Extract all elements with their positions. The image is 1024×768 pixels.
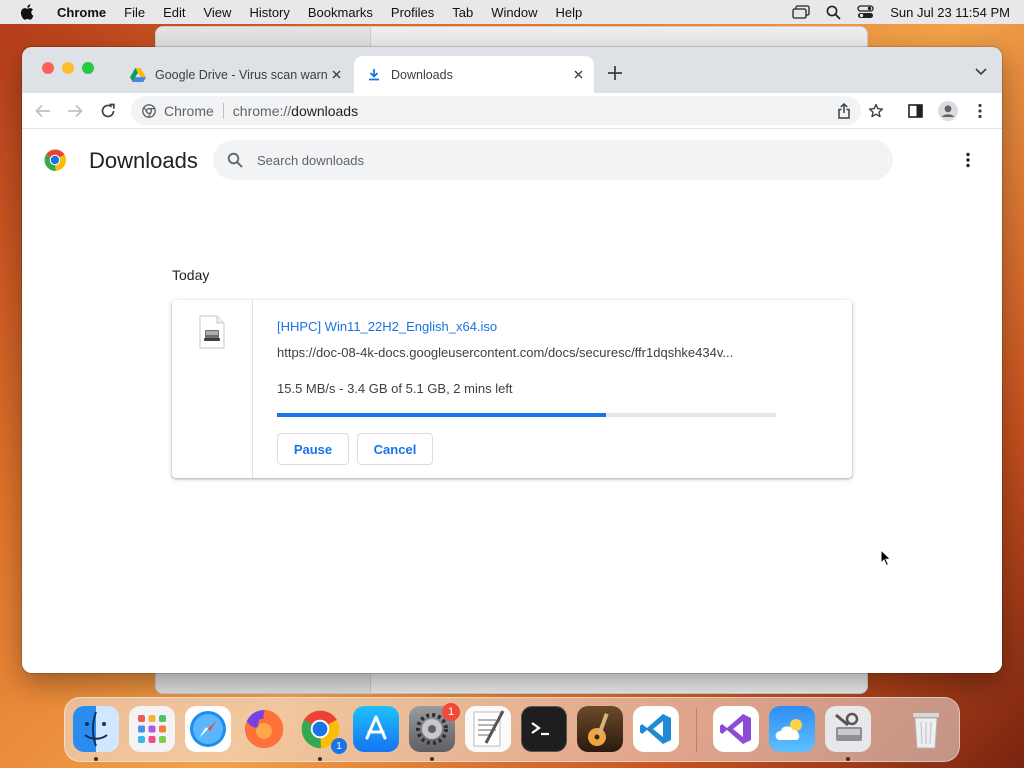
chrome-scheme-label: Chrome [164,102,214,119]
maximize-window-button[interactable] [82,62,94,74]
close-window-button[interactable] [42,62,54,74]
close-tab-icon[interactable] [570,67,586,83]
app-store-icon[interactable] [353,706,399,752]
control-center-icon[interactable] [857,5,874,19]
menu-profiles[interactable]: Profiles [382,5,443,20]
download-status-text: 15.5 MB/s - 3.4 GB of 5.1 GB, 2 mins lef… [277,381,513,396]
search-icon [227,152,243,168]
page-title: Downloads [89,148,198,173]
downloads-header: Downloads [22,130,1002,186]
tab-title: Google Drive - Virus scan warn [155,67,328,82]
trash-icon[interactable] [903,706,949,752]
weather-icon[interactable] [769,706,815,752]
tab-title: Downloads [391,67,453,82]
settings-running-indicator [430,757,434,761]
bookmark-star-icon[interactable] [866,101,886,121]
safari-icon[interactable] [185,706,231,752]
download-icon-column [172,300,253,478]
disk-utility-running-indicator [846,757,850,761]
share-icon[interactable] [834,101,854,121]
minimize-window-button[interactable] [62,62,74,74]
url-host: downloads [291,102,359,119]
dock-separator [696,708,697,752]
reload-icon[interactable] [98,101,118,121]
apple-icon[interactable] [20,4,34,20]
tab-strip: Google Drive - Virus scan warn Downloads [22,47,1002,93]
address-bar[interactable]: Chrome chrome://downloads [131,96,861,125]
dock: 1 1 [64,697,960,762]
search-downloads-box[interactable] [213,140,893,180]
close-tab-icon[interactable] [328,67,344,83]
menu-clock[interactable]: Sun Jul 23 11:54 PM [890,5,1010,20]
visual-studio-code-icon[interactable] [633,706,679,752]
firefox-icon[interactable] [241,706,287,752]
side-panel-icon[interactable] [905,101,925,121]
system-settings-icon[interactable]: 1 [409,703,460,752]
chrome-logo-icon [44,149,66,172]
chrome-running-indicator [318,757,322,761]
menu-file[interactable]: File [115,5,154,20]
disk-image-file-icon [199,315,225,349]
chrome-badge: 1 [331,738,347,754]
google-drive-icon [130,67,146,83]
screen-mirroring-icon[interactable] [792,5,810,19]
url-text: chrome://downloads [233,103,358,119]
menu-history[interactable]: History [240,5,298,20]
menu-bar: Chrome File Edit View History Bookmarks … [0,0,1024,24]
mouse-pointer-icon [880,549,892,567]
pause-button[interactable]: Pause [277,433,349,465]
menu-tab[interactable]: Tab [443,5,482,20]
chrome-window: Google Drive - Virus scan warn Downloads [22,47,1002,673]
system-settings-badge: 1 [442,703,460,721]
menu-view[interactable]: View [194,5,240,20]
download-item-card: [HHPC] Win11_22H2_English_x64.iso https:… [172,300,852,478]
menu-app-name[interactable]: Chrome [48,5,115,20]
download-icon [366,67,382,83]
textedit-icon[interactable] [465,706,511,752]
tab-search-chevron-icon[interactable] [974,66,988,76]
visual-studio-icon[interactable] [713,706,759,752]
downloads-page: Downloads Today [HHPC] Win11_22H2_En [22,130,1002,673]
garageband-icon[interactable] [577,706,623,752]
menu-help[interactable]: Help [547,5,592,20]
downloads-menu-kebab-icon[interactable] [958,150,978,170]
download-filename-link[interactable]: [HHPC] Win11_22H2_English_x64.iso [277,319,497,334]
new-tab-plus-icon[interactable] [606,64,624,82]
chrome-page-icon [142,103,156,118]
finder-icon[interactable] [73,706,119,752]
date-section-heading: Today [172,267,210,283]
spotlight-search-icon[interactable] [826,5,841,20]
finder-running-indicator [94,757,98,761]
tab-google-drive[interactable]: Google Drive - Virus scan warn [118,56,352,93]
search-downloads-input[interactable] [257,152,817,168]
download-source-url[interactable]: https://doc-08-4k-docs.googleusercontent… [277,345,733,360]
profile-avatar-icon[interactable] [938,101,958,121]
menu-edit[interactable]: Edit [154,5,194,20]
launchpad-icon[interactable] [129,706,175,752]
menu-bookmarks[interactable]: Bookmarks [299,5,382,20]
terminal-icon[interactable] [521,706,567,752]
cancel-button[interactable]: Cancel [357,433,433,465]
back-arrow-icon[interactable] [33,101,53,121]
omnibox-divider [222,102,224,119]
chrome-menu-kebab-icon[interactable] [970,101,990,121]
tab-downloads[interactable]: Downloads [354,56,594,93]
disk-utility-icon[interactable] [825,706,871,752]
google-chrome-dock-icon[interactable]: 1 [297,706,347,754]
menu-window[interactable]: Window [482,5,546,20]
forward-arrow-icon[interactable] [65,101,85,121]
url-prefix: chrome:// [232,102,292,119]
browser-toolbar: Chrome chrome://downloads [22,93,1002,129]
download-progress-bar [277,413,776,417]
download-progress-fill [277,413,607,417]
